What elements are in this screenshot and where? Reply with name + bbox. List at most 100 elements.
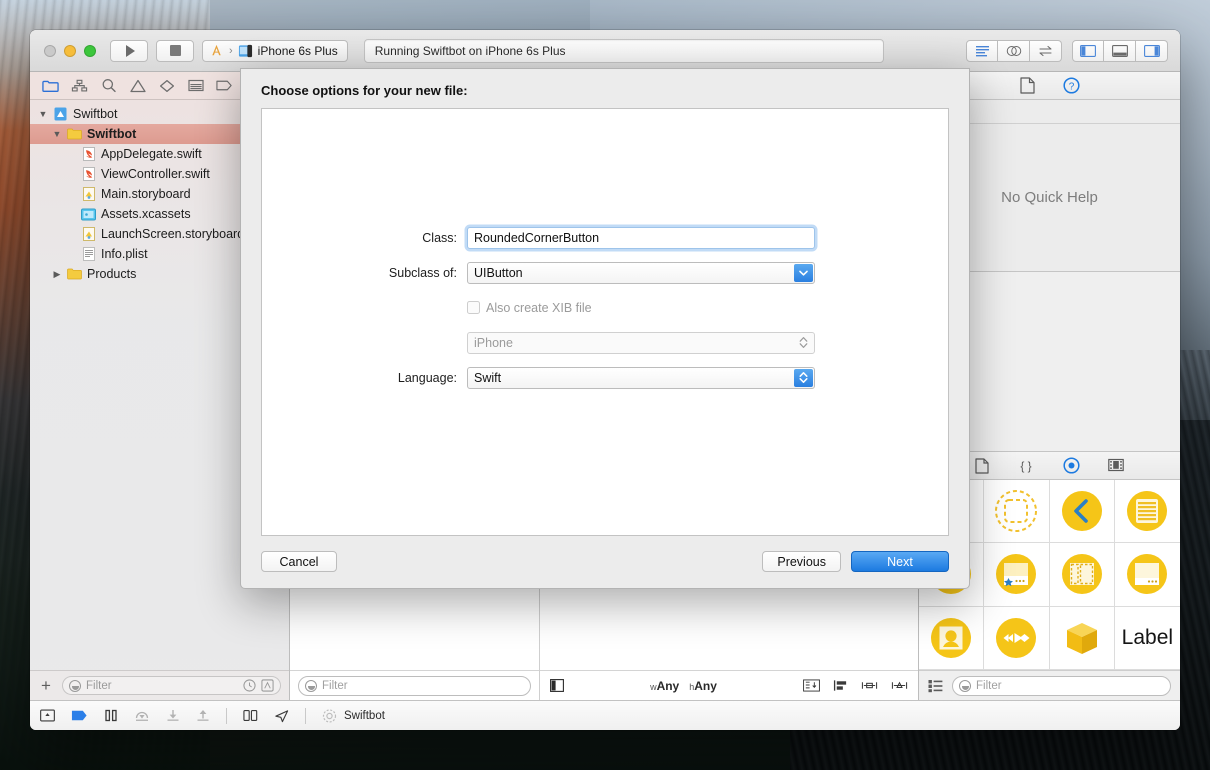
toggle-utilities-button[interactable] bbox=[1136, 39, 1168, 62]
tree-label: AppDelegate.swift bbox=[101, 147, 202, 161]
issue-navigator-tab[interactable] bbox=[123, 75, 152, 97]
size-class-w-value: Any bbox=[656, 678, 680, 693]
library-view-mode-icon[interactable] bbox=[928, 679, 943, 693]
run-button[interactable] bbox=[110, 39, 148, 62]
toggle-debug-area-button[interactable] bbox=[1104, 39, 1136, 62]
library-item-navigation-bar-back[interactable] bbox=[1049, 480, 1115, 544]
library-item-table-view[interactable] bbox=[1114, 480, 1180, 544]
step-over-icon[interactable] bbox=[134, 709, 150, 722]
cancel-button[interactable]: Cancel bbox=[261, 551, 337, 572]
code-snippet-library-icon[interactable]: { } bbox=[1017, 458, 1035, 474]
window-titlebar: › iPhone 6s Plus Running Swiftbot on iPh… bbox=[30, 30, 1180, 72]
source-control-filter-icon[interactable] bbox=[261, 679, 274, 692]
hide-debug-area-icon[interactable] bbox=[40, 709, 55, 722]
activity-view: Running Swiftbot on iPhone 6s Plus bbox=[363, 38, 884, 63]
test-navigator-tab[interactable] bbox=[152, 75, 181, 97]
zoom-window-button[interactable] bbox=[84, 44, 96, 57]
hierarchy-icon bbox=[71, 79, 88, 91]
location-icon[interactable] bbox=[274, 709, 289, 723]
document-outline-icon[interactable] bbox=[550, 679, 564, 692]
library-item-toolbar[interactable] bbox=[1114, 543, 1180, 607]
tree-label: Main.storyboard bbox=[101, 187, 191, 201]
resolve-auto-layout-icon[interactable] bbox=[891, 679, 908, 692]
close-window-button[interactable] bbox=[44, 44, 56, 57]
sheet-button-bar: Cancel Previous Next bbox=[261, 536, 949, 572]
stop-button[interactable] bbox=[156, 39, 194, 62]
scheme-chevron-icon: › bbox=[229, 44, 233, 57]
debug-navigator-tab[interactable] bbox=[181, 75, 210, 97]
debug-bar: Swiftbot bbox=[30, 700, 1180, 730]
view-toggle-group bbox=[1072, 39, 1168, 62]
xib-field-wrap: Also create XIB file bbox=[467, 301, 815, 315]
file-inspector-icon[interactable] bbox=[1019, 77, 1035, 94]
also-create-xib-checkbox[interactable]: Also create XIB file bbox=[467, 301, 815, 315]
disclosure-triangle-closed-icon[interactable]: ▶ bbox=[52, 269, 62, 280]
swift-icon bbox=[81, 167, 96, 182]
split-view-object-icon bbox=[1061, 554, 1102, 595]
version-editor-button[interactable] bbox=[1030, 39, 1062, 62]
pin-icon[interactable] bbox=[861, 679, 878, 692]
library-item-container-view[interactable] bbox=[984, 480, 1050, 544]
filter-icon bbox=[69, 679, 81, 692]
subclass-row: Subclass of: UIButton bbox=[262, 257, 948, 289]
toggle-navigator-button[interactable] bbox=[1072, 39, 1104, 62]
standard-editor-button[interactable] bbox=[966, 39, 998, 62]
align-icon[interactable] bbox=[833, 679, 848, 692]
breakpoint-icon bbox=[216, 80, 232, 91]
scheme-selector[interactable]: › iPhone 6s Plus bbox=[202, 39, 348, 62]
editor-mode-group bbox=[966, 39, 1062, 62]
recent-files-filter-icon[interactable] bbox=[243, 679, 256, 692]
view-debug-icon[interactable] bbox=[243, 709, 258, 722]
library-item-scene-kit-view[interactable] bbox=[1049, 606, 1115, 670]
step-into-icon[interactable] bbox=[166, 709, 180, 722]
quick-help-icon[interactable]: ? bbox=[1062, 77, 1080, 94]
class-label: Class: bbox=[422, 230, 457, 245]
assistant-editor-button[interactable] bbox=[998, 39, 1030, 62]
disclosure-triangle-open-icon[interactable]: ▼ bbox=[52, 129, 62, 139]
play-icon bbox=[125, 44, 135, 57]
library-item-label[interactable]: Label bbox=[1114, 607, 1180, 670]
size-class-indicator[interactable]: wAny hAny bbox=[650, 679, 717, 693]
debug-process-item[interactable]: Swiftbot bbox=[322, 708, 385, 723]
file-template-library-icon[interactable] bbox=[975, 457, 989, 474]
project-navigator-tab[interactable] bbox=[36, 75, 65, 97]
subclass-popup-button[interactable]: UIButton bbox=[467, 261, 815, 284]
symbol-navigator-tab[interactable] bbox=[65, 75, 94, 97]
cube-object-icon bbox=[1066, 622, 1097, 654]
class-input[interactable] bbox=[467, 226, 815, 249]
library-item-tab-bar-controller[interactable] bbox=[984, 543, 1050, 607]
sheet-content-area: Class: Subclass of: UIButton bbox=[261, 108, 949, 536]
step-out-icon[interactable] bbox=[196, 709, 210, 722]
breakpoints-icon[interactable] bbox=[71, 709, 88, 722]
library-filter-field[interactable]: Filter bbox=[952, 675, 1171, 696]
table-view-object-icon bbox=[1127, 491, 1168, 532]
add-file-button[interactable]: + bbox=[38, 677, 54, 694]
checkbox-icon bbox=[467, 301, 480, 314]
update-frames-icon[interactable] bbox=[803, 679, 820, 692]
library-item-split-view[interactable] bbox=[1049, 543, 1115, 607]
scheme-destination-label: iPhone 6s Plus bbox=[257, 43, 338, 58]
assistant-editor-icon bbox=[1006, 45, 1021, 56]
storyboard-icon bbox=[81, 187, 96, 202]
library-item-image-view[interactable] bbox=[919, 606, 985, 670]
breakpoint-navigator-tab[interactable] bbox=[210, 75, 239, 97]
language-row: Language: Swift bbox=[262, 362, 948, 394]
disclosure-triangle-open-icon[interactable]: ▼ bbox=[38, 109, 48, 119]
minimize-window-button[interactable] bbox=[64, 44, 76, 57]
traffic-lights bbox=[40, 44, 96, 57]
find-navigator-tab[interactable] bbox=[94, 75, 123, 97]
language-popup-button[interactable]: Swift bbox=[467, 366, 815, 389]
svg-text:{ }: { } bbox=[1020, 459, 1031, 473]
subclass-value: UIButton bbox=[474, 265, 523, 280]
next-button[interactable]: Next bbox=[851, 551, 949, 572]
outline-filter-field[interactable]: Filter bbox=[298, 675, 531, 696]
device-row: iPhone bbox=[262, 327, 948, 359]
library-item-player-controls[interactable] bbox=[984, 606, 1050, 670]
pause-icon[interactable] bbox=[104, 709, 118, 722]
debug-panel-icon bbox=[1111, 44, 1128, 57]
media-library-icon[interactable] bbox=[1108, 458, 1124, 473]
navigator-filter-field[interactable]: Filter bbox=[62, 676, 281, 695]
device-popup-button[interactable]: iPhone bbox=[467, 331, 815, 354]
object-library-icon[interactable] bbox=[1063, 457, 1080, 474]
previous-button[interactable]: Previous bbox=[762, 551, 841, 572]
